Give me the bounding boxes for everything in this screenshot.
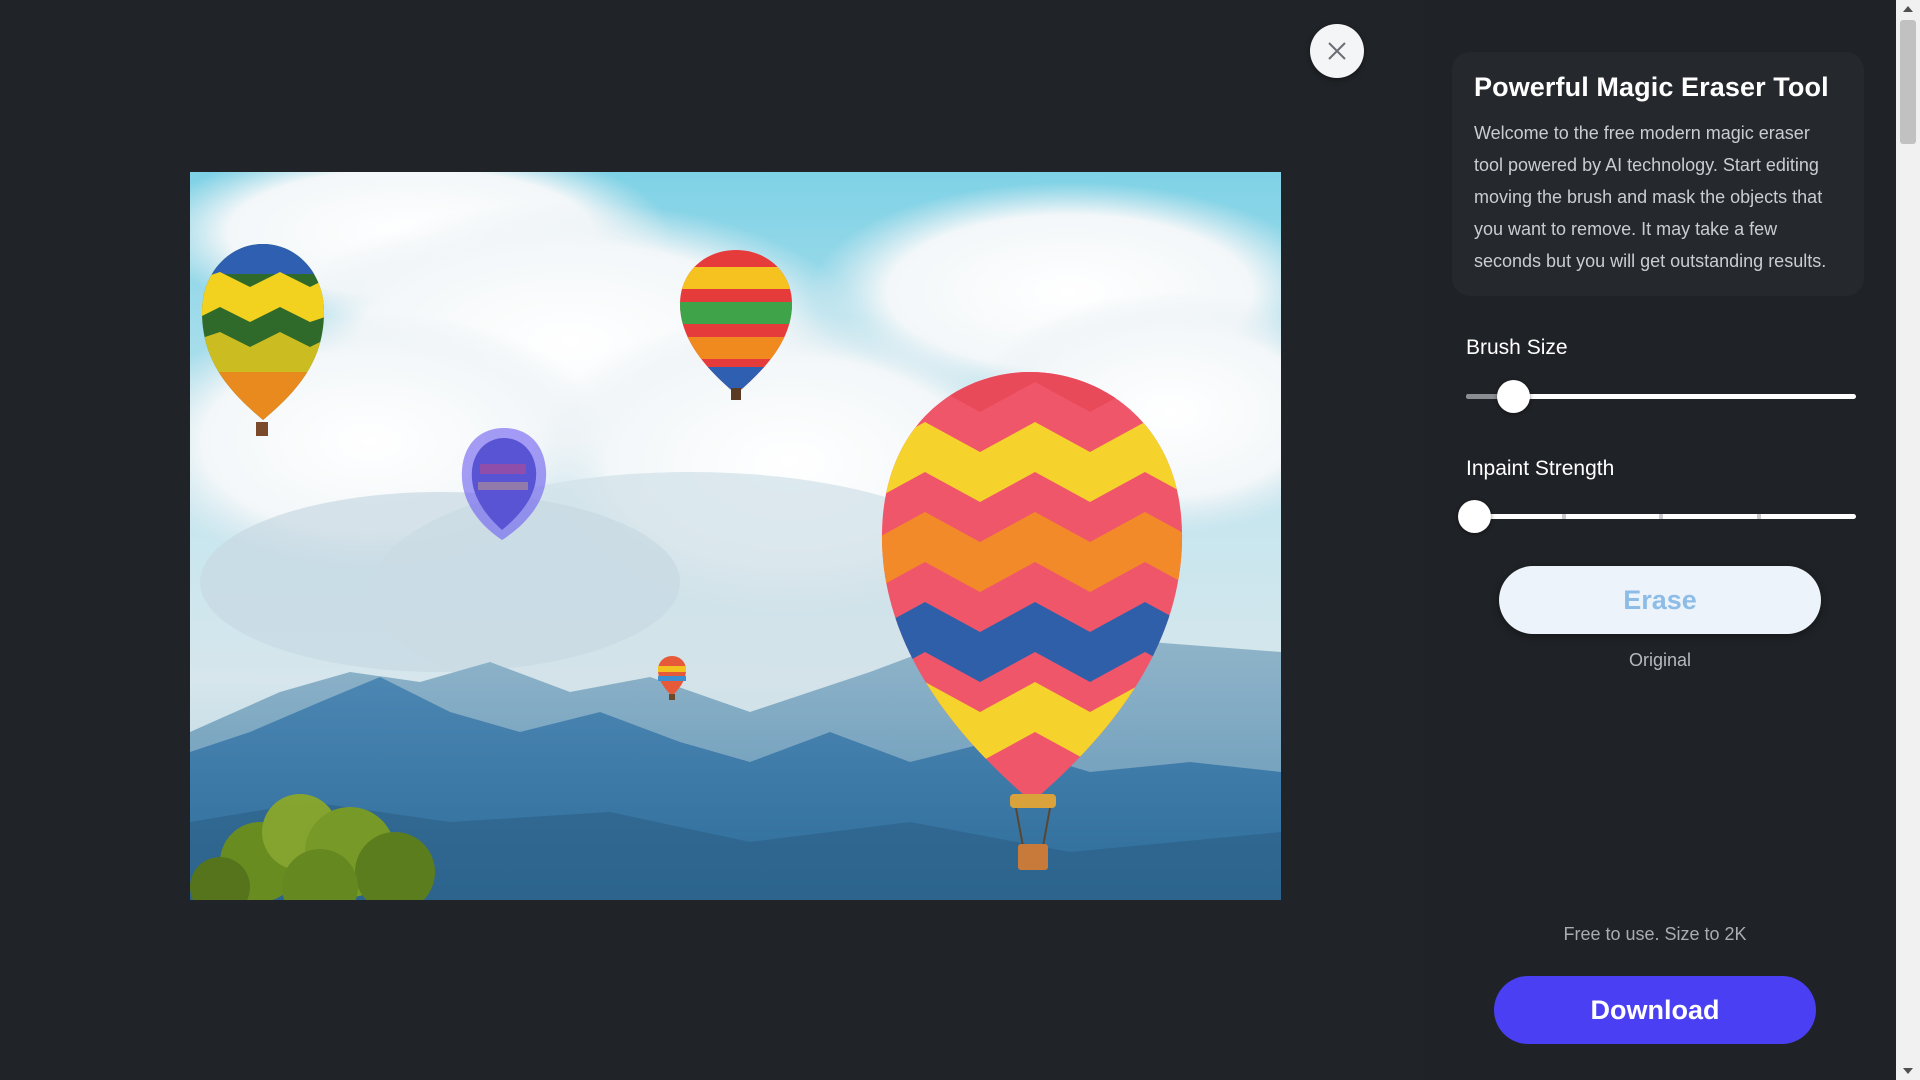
slider-thumb[interactable] bbox=[1458, 500, 1491, 533]
brush-size-label: Brush Size bbox=[1466, 336, 1568, 359]
photo-canvas[interactable] bbox=[190, 172, 1281, 900]
scroll-up-arrow-icon[interactable] bbox=[1896, 0, 1920, 18]
hot-air-balloons-photo bbox=[190, 172, 1281, 900]
editor-area bbox=[0, 0, 1424, 1080]
info-card: Powerful Magic Eraser Tool Welcome to th… bbox=[1452, 52, 1864, 296]
original-toggle[interactable]: Original bbox=[1499, 650, 1821, 671]
tool-panel: Powerful Magic Eraser Tool Welcome to th… bbox=[1424, 0, 1896, 1080]
slider-tick bbox=[1659, 514, 1663, 519]
free-usage-note: Free to use. Size to 2K bbox=[1563, 924, 1747, 944]
slider-tick bbox=[1757, 514, 1761, 519]
inpaint-strength-label: Inpaint Strength bbox=[1466, 457, 1615, 480]
inpaint-strength-slider[interactable] bbox=[1458, 496, 1856, 536]
slider-tick bbox=[1562, 514, 1566, 519]
close-icon bbox=[1328, 42, 1346, 60]
brush-size-slider[interactable] bbox=[1466, 376, 1856, 416]
scrollbar-thumb[interactable] bbox=[1900, 20, 1916, 144]
tool-title: Powerful Magic Eraser Tool bbox=[1474, 72, 1829, 102]
scroll-down-arrow-icon[interactable] bbox=[1896, 1062, 1920, 1080]
magic-eraser-app: Powerful Magic Eraser Tool Welcome to th… bbox=[0, 0, 1920, 1080]
vertical-scrollbar[interactable] bbox=[1896, 0, 1920, 1080]
download-button[interactable]: Download bbox=[1494, 976, 1816, 1044]
tool-description: Welcome to the free modern magic eraser … bbox=[1474, 123, 1827, 271]
slider-thumb[interactable] bbox=[1497, 380, 1530, 413]
erase-button[interactable]: Erase bbox=[1499, 566, 1821, 634]
close-button[interactable] bbox=[1310, 24, 1364, 78]
